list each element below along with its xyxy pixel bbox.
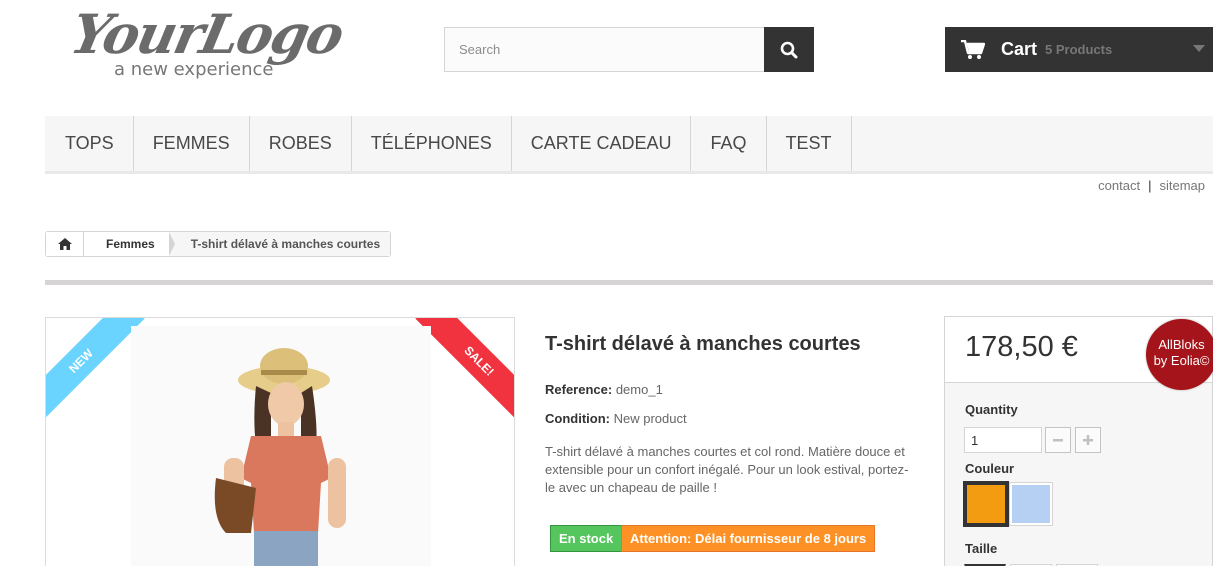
quantity-input[interactable] xyxy=(964,427,1042,453)
quantity-decrease-button[interactable] xyxy=(1045,427,1071,453)
menu-item-faq[interactable]: FAQ xyxy=(691,116,767,171)
reference-value: demo_1 xyxy=(615,382,663,397)
menu-item-test[interactable]: TEST xyxy=(767,116,852,171)
search-button[interactable] xyxy=(764,27,814,72)
site-logo[interactable]: YourLogo a new experience xyxy=(65,2,358,84)
shopping-cart-icon xyxy=(961,39,985,59)
supplier-delay-badge: Attention: Délai fournisseur de 8 jours xyxy=(621,525,876,552)
menu-item-carte-cadeau[interactable]: CARTE CADEAU xyxy=(512,116,692,171)
breadcrumb-arrow xyxy=(168,232,175,256)
breadcrumb-category[interactable]: Femmes xyxy=(84,232,175,256)
breadcrumb-category-label: Femmes xyxy=(106,237,155,251)
allbloks-badge[interactable]: AllBloks by Eolia© xyxy=(1146,319,1213,390)
color-label: Couleur xyxy=(965,461,1015,476)
logo-text: YourLogo xyxy=(65,2,349,66)
cart-button[interactable]: Cart 5 Products xyxy=(945,27,1213,72)
breadcrumb: Femmes T-shirt délavé à manches courtes xyxy=(45,231,392,257)
product-description: T-shirt délavé à manches courtes et col … xyxy=(545,444,909,495)
main-menu: TOPS FEMMES ROBES TÉLÉPHONES CARTE CADEA… xyxy=(45,116,1213,174)
search-icon xyxy=(780,41,798,58)
search-bar xyxy=(444,27,814,72)
breadcrumb-home[interactable] xyxy=(46,232,84,256)
color-swatch-orange[interactable] xyxy=(963,481,1009,527)
logo-tagline: a new experience xyxy=(114,59,274,80)
allbloks-line1: AllBloks xyxy=(1158,337,1205,352)
menu-item-femmes[interactable]: FEMMES xyxy=(134,116,250,171)
section-divider xyxy=(45,280,1213,285)
top-links: contact | sitemap xyxy=(1098,178,1205,193)
minus-icon xyxy=(1053,439,1063,442)
allbloks-line2: by Eolia© xyxy=(1153,353,1210,368)
stock-badge: En stock xyxy=(550,525,623,552)
sitemap-link[interactable]: sitemap xyxy=(1159,178,1205,193)
menu-item-tops[interactable]: TOPS xyxy=(45,116,134,171)
quantity-label: Quantity xyxy=(965,402,1018,417)
size-label: Taille xyxy=(965,541,998,556)
product-image[interactable]: New Sale! xyxy=(45,317,515,566)
breadcrumb-current: T-shirt délavé à manches courtes xyxy=(168,232,391,256)
condition-value: New product xyxy=(613,411,687,426)
cart-label: Cart xyxy=(1001,39,1038,59)
link-separator: | xyxy=(1148,178,1152,193)
menu-item-robes[interactable]: ROBES xyxy=(250,116,352,171)
cart-count: 5 Products xyxy=(1045,42,1113,57)
reference-label: Reference: xyxy=(545,382,613,397)
menu-item-telephones[interactable]: TÉLÉPHONES xyxy=(352,116,512,171)
plus-icon xyxy=(1083,435,1093,445)
chevron-down-icon xyxy=(1193,45,1205,52)
product-condition: Condition: New product xyxy=(545,411,687,426)
home-icon xyxy=(57,238,72,250)
product-reference: Reference: demo_1 xyxy=(545,382,663,397)
color-swatch-blue[interactable] xyxy=(1009,482,1053,526)
search-input[interactable] xyxy=(444,27,764,72)
quantity-increase-button[interactable] xyxy=(1075,427,1101,453)
contact-link[interactable]: contact xyxy=(1098,178,1140,193)
product-photo xyxy=(131,326,431,566)
condition-label: Condition: xyxy=(545,411,610,426)
product-title: T-shirt délavé à manches courtes xyxy=(545,333,861,355)
